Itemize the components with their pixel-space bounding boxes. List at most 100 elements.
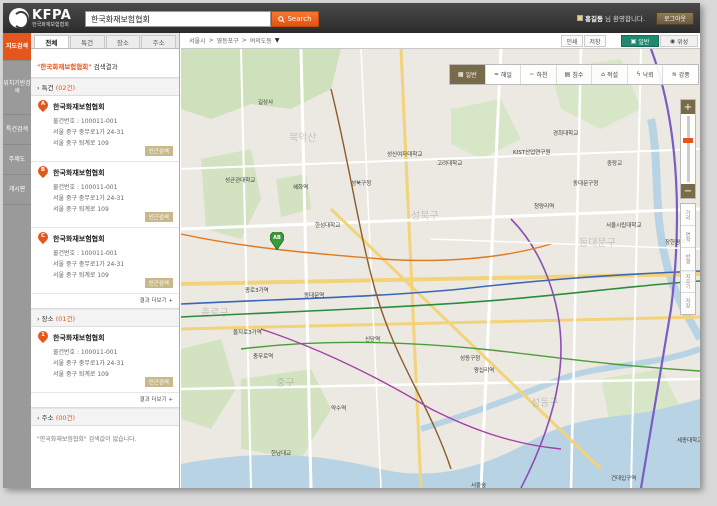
nav-theme-map[interactable]: 주제도 — [3, 145, 31, 175]
print-button[interactable]: 인쇄 — [561, 35, 583, 47]
logo-text: KFPA — [32, 7, 72, 23]
chevron-down-icon[interactable]: ▼ — [275, 37, 280, 44]
user-icon — [577, 15, 583, 21]
section-address-title: 주소 — [41, 414, 54, 422]
user-greeting: 홍길동 님 환영합니다. — [577, 13, 645, 23]
tab-place[interactable]: 장소 — [105, 35, 141, 48]
marker-label: AB — [273, 235, 281, 241]
save-button[interactable]: 저장 — [584, 35, 606, 47]
map-tools: 거리 면적 반경 지우기 저장 — [680, 203, 696, 315]
map-canvas[interactable] — [181, 49, 700, 488]
search-button-label: Search — [287, 15, 312, 23]
tool-save[interactable]: 저장 — [681, 293, 695, 314]
search-input[interactable]: 한국화재보험협회 — [85, 11, 271, 27]
kfpa-logo-icon — [9, 8, 29, 29]
nearby-search-button[interactable]: 인근검색 — [144, 146, 173, 156]
zoom-out-button[interactable]: − — [681, 184, 695, 198]
list-item[interactable]: B 한국화재보험협회 물건번호 : 100011-001 서울 중구 충무로1가… — [31, 162, 179, 228]
nav-board[interactable]: 게시판 — [3, 175, 31, 205]
marker-pin-icon: C — [35, 229, 51, 245]
map-place-label: 한남대교 — [271, 451, 292, 457]
theme-wind[interactable]: ≋ 강풍 — [663, 65, 698, 84]
map-place-label: 세종대학교 — [677, 438, 700, 444]
theme-flood[interactable]: ▤ 침수 — [557, 65, 593, 84]
breadcrumb-city[interactable]: 서울시 — [189, 36, 206, 45]
kfpa-logo[interactable]: KFPA 한국화재보험협회 — [9, 7, 71, 29]
tool-distance[interactable]: 거리 — [681, 204, 695, 227]
results-panel: 전체 특건 장소 주소 "한국화재보험협회" 검색결과 › 특건 (02건) A… — [31, 33, 180, 488]
map-icon: ▦ — [457, 71, 464, 78]
section-place-title: 장소 — [41, 315, 54, 323]
map-place-label: 성신여자대학교 — [387, 152, 423, 158]
item-name[interactable]: 한국화재보험협회 — [53, 168, 173, 178]
top-bar: KFPA 한국화재보험협회 한국화재보험협회 Search 홍길동 님 환영합니다… — [3, 3, 700, 33]
item-name[interactable]: 한국화재보험협회 — [53, 102, 173, 112]
see-more-special[interactable]: 결과 더보기 + — [31, 294, 179, 309]
search-icon — [278, 15, 286, 23]
zoom-slider-handle[interactable] — [683, 138, 693, 143]
theme-normal[interactable]: ▦ 일반 — [450, 65, 486, 84]
item-address-lot: 서울 중구 충무로1가 24-31 — [53, 129, 125, 136]
tool-area[interactable]: 면적 — [681, 226, 695, 249]
section-address: › 주소 (00건) — [31, 408, 179, 426]
map-mode-satellite-button[interactable]: ◉ 위성 — [660, 35, 698, 47]
breadcrumb-sep: > — [208, 37, 214, 44]
theme-snow[interactable]: ⌂ 적설 — [592, 65, 628, 84]
empty-result-message: "한국화재보험협회" 검색값이 없습니다. — [37, 436, 137, 443]
nav-special-search[interactable]: 특건검색 — [3, 115, 31, 145]
tool-clear[interactable]: 지우기 — [681, 271, 695, 293]
nav-location-search[interactable]: 위치기반검색 — [3, 61, 31, 115]
marker-pin-icon: A — [35, 97, 51, 113]
snow-icon: ⌂ — [601, 71, 605, 78]
nav-map-search[interactable]: 지도검색 — [3, 33, 31, 61]
marker-pin-icon: B — [35, 163, 51, 179]
tab-special[interactable]: 특건 — [69, 35, 105, 48]
list-item[interactable]: A 한국화재보험협회 물건번호 : 100011-001 서울 중구 충무로1가… — [31, 96, 179, 162]
hazard-theme-bar: ▦ 일반 ≈ 해일 ~ 하천 ▤ 침수 ⌂ 적설 ϟ 낙뢰 ≋ 강풍 — [449, 64, 699, 85]
theme-river[interactable]: ~ 하천 — [521, 65, 557, 84]
section-address-count: (00건) — [55, 414, 76, 422]
map-place-label: 성북구청 — [351, 181, 372, 187]
item-name[interactable]: 한국화재보험협회 — [53, 234, 173, 244]
map-place-label: 신당역 — [365, 337, 381, 343]
item-address-lot: 서울 중구 충무로1가 24-31 — [53, 195, 125, 202]
map-place-label: 고려대학교 — [437, 161, 463, 167]
list-item[interactable]: 1 한국화재보험협회 물건번호 : 100011-001 서울 중구 충무로1가… — [31, 327, 179, 393]
see-more-place[interactable]: 결과 더보기 + — [31, 393, 179, 408]
flood-icon: ▤ — [564, 71, 571, 78]
map-place-label: 한성대학교 — [315, 223, 341, 229]
breadcrumb-district[interactable]: 영등포구 — [217, 36, 239, 45]
map-place-label: 을지로3가역 — [233, 330, 262, 336]
search-button[interactable]: Search — [271, 11, 319, 27]
result-heading: "한국화재보험협회" 검색결과 — [31, 49, 179, 78]
map-place-label: 동대문역 — [304, 293, 325, 299]
breadcrumb-dong[interactable]: 여의도동 — [250, 36, 272, 45]
nearby-search-button[interactable]: 인근검색 — [144, 212, 173, 222]
item-name[interactable]: 한국화재보험협회 — [53, 333, 173, 343]
zoom-slider-track[interactable] — [687, 116, 690, 182]
tab-address[interactable]: 주소 — [141, 35, 176, 48]
theme-lightning[interactable]: ϟ 낙뢰 — [628, 65, 664, 84]
wind-icon: ≋ — [671, 71, 677, 78]
map-district-label: 성북구 — [411, 211, 439, 222]
list-item[interactable]: C 한국화재보험협회 물건번호 : 100011-001 서울 중구 충무로1가… — [31, 228, 179, 294]
map-place-label: 건대입구역 — [611, 476, 637, 482]
nearby-search-button[interactable]: 인근검색 — [144, 377, 173, 387]
theme-tsunami[interactable]: ≈ 해일 — [486, 65, 522, 84]
section-special-title: 특건 — [41, 84, 54, 92]
tool-radius[interactable]: 반경 — [681, 248, 695, 271]
map-district-label: 성동구 — [531, 398, 559, 409]
river-icon: ~ — [529, 71, 535, 78]
map-mode-normal-button[interactable]: ▣ 일반 — [621, 35, 659, 47]
zoom-in-button[interactable]: + — [681, 100, 695, 114]
satellite-icon: ◉ — [669, 37, 676, 45]
map-place-label: 청량리역 — [534, 204, 555, 210]
location-marker-icon[interactable]: AB — [269, 230, 285, 252]
nearby-search-button[interactable]: 인근검색 — [144, 278, 173, 288]
user-name: 홍길동 — [585, 15, 603, 23]
tab-all[interactable]: 전체 — [34, 35, 69, 48]
item-number: 물건번호 : 100011-001 — [53, 118, 118, 125]
logout-button[interactable]: 로그아웃 — [656, 12, 694, 25]
breadcrumb-sep: > — [241, 37, 247, 44]
map-view[interactable]: 서울시 > 영등포구 > 여의도동 ▼ 인쇄 저장 ▣ 일반 ◉ 위성 ▦ 일반… — [181, 33, 700, 488]
